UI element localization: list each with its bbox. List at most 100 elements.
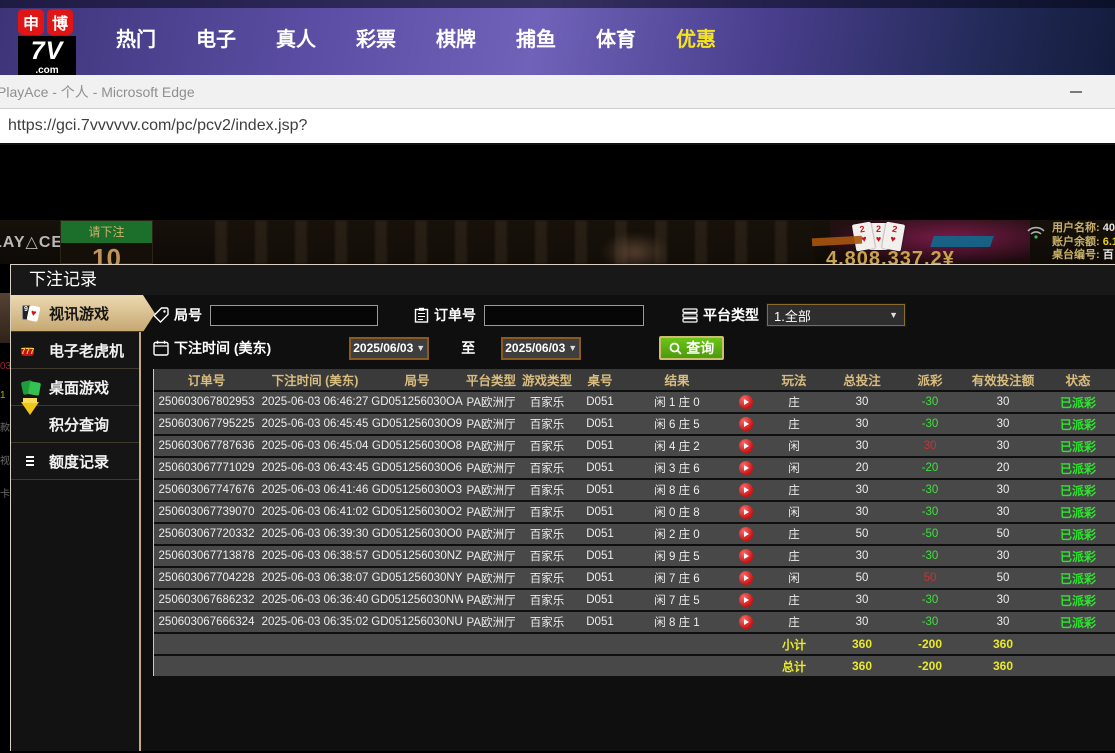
cell-valid-bet: 30 (961, 506, 1045, 518)
replay-play-icon[interactable] (739, 571, 753, 585)
nav-item-lottery[interactable]: 彩票 (354, 23, 398, 52)
jackpot-amount: 4,808,337.2¥ (826, 248, 955, 264)
cell-platform: PA欧洲厅 (463, 416, 519, 432)
round-id-input[interactable] (210, 305, 378, 326)
nav-item-poker[interactable]: 棋牌 (434, 23, 478, 52)
chevron-down-icon: ▼ (416, 343, 425, 353)
cell-round-id: GD051256030O3 (371, 484, 463, 496)
replay-play-icon[interactable] (739, 461, 753, 475)
nav-item-promo[interactable]: 优惠 (674, 23, 718, 52)
replay-play-icon[interactable] (739, 439, 753, 453)
replay-play-icon[interactable] (739, 505, 753, 519)
cell-status: 已派彩 (1045, 548, 1111, 565)
order-id-input[interactable] (484, 305, 644, 326)
cell-table-no: D051 (575, 396, 625, 408)
cell-round-id: GD051256030O6 (371, 462, 463, 474)
replay-play-icon[interactable] (739, 417, 753, 431)
replay-play-icon[interactable] (739, 615, 753, 629)
cell-game-type: 百家乐 (519, 548, 575, 564)
cell-bet-type: 闲 (763, 438, 825, 454)
replay-play-icon[interactable] (739, 483, 753, 497)
sidebar-item-video-games[interactable]: 9♥ 视讯游戏 (11, 295, 155, 332)
nav-item-sports[interactable]: 体育 (594, 23, 638, 52)
nav-item-fishing[interactable]: 捕鱼 (514, 23, 558, 52)
clipboard-icon (414, 307, 429, 323)
replay-play-icon[interactable] (739, 549, 753, 563)
nav-item-slots[interactable]: 电子 (194, 23, 238, 52)
cell-valid-bet: 30 (961, 418, 1045, 430)
cell-game-type: 百家乐 (519, 460, 575, 476)
cell-bet-type: 闲 (763, 460, 825, 476)
cell-bet-type: 闲 (763, 504, 825, 520)
replay-play-icon[interactable] (739, 527, 753, 541)
table-body: 250603067802953 2025-06-03 06:46:27 GD05… (154, 392, 1115, 632)
browser-titlebar: PlayAce - 个人 - Microsoft Edge (0, 75, 1115, 109)
site-nav: 申 博 7V .com 热门 电子 真人 彩票 棋牌 捕鱼 体育 优惠 (0, 0, 1115, 75)
sidebar-item-points-query[interactable]: 积分查询 (11, 406, 139, 443)
sidebar-item-label: 电子老虎机 (49, 340, 124, 361)
cell-order-id: 250603067720332 (154, 528, 259, 540)
minimize-button[interactable] (1058, 75, 1094, 108)
cell-status: 已派彩 (1045, 438, 1111, 455)
replay-play-icon[interactable] (739, 593, 753, 607)
background-blur (215, 220, 815, 264)
cell-table-no: D051 (575, 550, 625, 562)
date-from-value: 2025/06/03 (353, 341, 413, 355)
header-game-type: 游戏类型 (519, 370, 575, 389)
site-logo[interactable]: 申 博 7V .com (18, 9, 76, 75)
replay-play-icon[interactable] (739, 395, 753, 409)
cell-table-no: D051 (575, 594, 625, 606)
cell-status: 已派彩 (1045, 460, 1111, 477)
cell-result: 闲 6 庄 5 (625, 416, 729, 432)
cell-round-id: GD051256030NU (371, 616, 463, 628)
cell-status: 已派彩 (1045, 570, 1111, 587)
header-status: 状态 (1045, 370, 1111, 389)
gem-icon (21, 415, 41, 433)
chevron-down-icon: ▼ (889, 310, 898, 320)
cell-status: 已派彩 (1045, 394, 1111, 411)
header-valid-bet: 有效投注额 (961, 370, 1045, 389)
grand-total-valid: 360 (961, 659, 1045, 673)
platform-type-select[interactable]: 1.全部 ▼ (767, 304, 905, 326)
edge-fragment: 卡 (0, 485, 10, 500)
background-photo (0, 293, 10, 343)
date-to-select[interactable]: 2025/06/03 ▼ (501, 337, 581, 360)
subtotal-payout: -200 (899, 637, 961, 651)
search-button-label: 查询 (686, 338, 714, 358)
table-header-row: 订单号 下注时间 (美东) 局号 平台类型 游戏类型 桌号 结果 玩法 总投注 … (154, 369, 1115, 390)
cell-payout: -50 (899, 528, 961, 540)
cell-platform: PA欧洲厅 (463, 482, 519, 498)
cell-valid-bet: 50 (961, 572, 1045, 584)
playace-watermark: LAY△CE (0, 232, 63, 252)
nav-item-live[interactable]: 真人 (274, 23, 318, 52)
table-row: 250603067795225 2025-06-03 06:45:45 GD05… (154, 414, 1115, 434)
cell-game-type: 百家乐 (519, 526, 575, 542)
user-info-panel: 用户名称: 40 账户余额: 6.1 桌台编号: 百 (1052, 222, 1115, 263)
date-from-select[interactable]: 2025/06/03 ▼ (349, 337, 429, 360)
cell-payout: -30 (899, 418, 961, 430)
cell-bet-time: 2025-06-03 06:39:30 (259, 528, 371, 540)
edge-fragment: 视 (0, 452, 10, 467)
logo-tile-shen: 申 (18, 9, 44, 35)
sidebar-item-label: 额度记录 (49, 451, 109, 472)
cell-valid-bet: 30 (961, 594, 1045, 606)
browser-urlbar[interactable]: https://gci.7vvvvvv.com/pc/pcv2/index.js… (0, 109, 1115, 145)
cell-status: 已派彩 (1045, 504, 1111, 521)
search-button[interactable]: 查询 (659, 336, 724, 360)
cell-result: 闲 7 庄 6 (625, 570, 729, 586)
cell-total-bet: 30 (825, 506, 899, 518)
platform-list-icon (682, 308, 698, 323)
sidebar-item-slot-machines[interactable]: 777 电子老虎机 (11, 332, 139, 369)
table-games-icon (21, 378, 41, 396)
url-text[interactable]: https://gci.7vvvvvv.com/pc/pcv2/index.js… (8, 117, 307, 135)
cell-total-bet: 30 (825, 616, 899, 628)
sidebar-item-label: 视讯游戏 (49, 303, 109, 324)
table-row: 250603067720332 2025-06-03 06:39:30 GD05… (154, 524, 1115, 544)
table-row: 250603067771029 2025-06-03 06:43:45 GD05… (154, 458, 1115, 478)
nav-item-hot[interactable]: 热门 (114, 23, 158, 52)
cell-status: 已派彩 (1045, 526, 1111, 543)
window-title: PlayAce - 个人 - Microsoft Edge (0, 82, 195, 102)
cell-order-id: 250603067739070 (154, 506, 259, 518)
sidebar-item-quota-records[interactable]: 额度记录 (11, 443, 139, 480)
cell-payout: -30 (899, 506, 961, 518)
